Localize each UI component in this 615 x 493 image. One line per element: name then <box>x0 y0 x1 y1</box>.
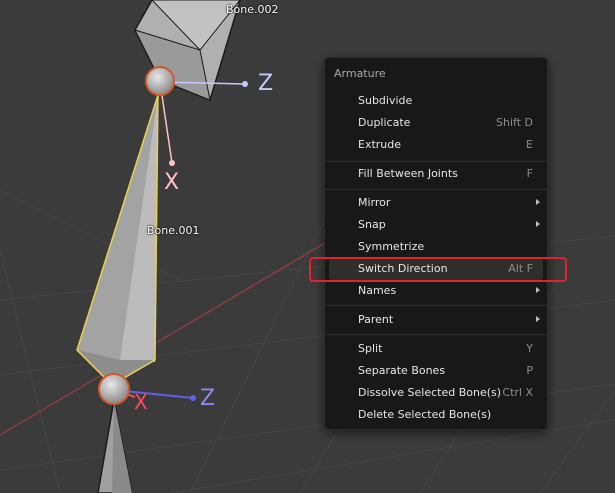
menu-item-shortcut: E <box>526 138 533 151</box>
menu-item-subdivide[interactable]: Subdivide <box>329 90 543 112</box>
menu-item-fill-between-joints[interactable]: Fill Between Joints F <box>329 163 543 185</box>
menu-item-mirror[interactable]: Mirror <box>329 192 543 214</box>
menu-item-label: Names <box>358 284 397 297</box>
menu-item-shortcut: Shift D <box>496 116 533 129</box>
bone-002-label: Bone.002 <box>226 3 279 16</box>
menu-item-names[interactable]: Names <box>329 280 543 302</box>
menu-item-shortcut: F <box>526 167 533 180</box>
menu-title: Armature <box>334 67 386 80</box>
menu-separator <box>325 189 547 190</box>
menu-item-label: Separate Bones <box>358 364 446 377</box>
bone-001-shape[interactable] <box>76 94 159 386</box>
menu-item-delete-selected-bones[interactable]: Delete Selected Bone(s) <box>329 404 543 426</box>
menu-separator <box>325 305 547 306</box>
menu-item-split[interactable]: Split Y <box>329 338 543 360</box>
bottom-z-axis-dot <box>190 395 196 401</box>
menu-item-label: Snap <box>358 218 386 231</box>
bottom-joint[interactable] <box>98 373 130 405</box>
submenu-arrow-icon <box>536 199 540 205</box>
menu-item-label: Duplicate <box>358 116 411 129</box>
x-axis-line <box>0 239 331 436</box>
menu-item-symmetrize[interactable]: Symmetrize <box>329 236 543 258</box>
menu-separator <box>325 161 547 162</box>
menu-item-dissolve-selected-bones[interactable]: Dissolve Selected Bone(s) Ctrl X <box>329 382 543 404</box>
top-z-axis-label: Z <box>258 71 274 96</box>
menu-item-label: Parent <box>358 313 394 326</box>
switch-direction-highlight-annotation <box>309 257 567 282</box>
menu-item-label: Subdivide <box>358 94 413 107</box>
menu-separator <box>325 334 547 335</box>
bone-lower-shape[interactable] <box>97 399 133 493</box>
menu-item-label: Delete Selected Bone(s) <box>358 408 492 421</box>
bottom-z-axis-label: Z <box>200 386 216 411</box>
menu-item-shortcut: Ctrl X <box>502 386 533 399</box>
submenu-arrow-icon <box>536 287 540 293</box>
top-x-axis-dot <box>169 160 175 166</box>
bottom-x-axis-label: X <box>134 390 148 414</box>
submenu-arrow-icon <box>536 316 540 322</box>
top-x-axis-label: X <box>164 170 180 195</box>
submenu-arrow-icon <box>536 221 540 227</box>
menu-item-extrude[interactable]: Extrude E <box>329 134 543 156</box>
menu-item-shortcut: P <box>526 364 533 377</box>
menu-item-separate-bones[interactable]: Separate Bones P <box>329 360 543 382</box>
menu-item-label: Fill Between Joints <box>358 167 458 180</box>
menu-item-shortcut: Y <box>526 342 533 355</box>
menu-item-label: Symmetrize <box>358 240 425 253</box>
armature-context-menu: Armature Subdivide Duplicate Shift D Ext… <box>324 57 548 430</box>
top-joint[interactable] <box>145 66 175 96</box>
bone-001-label: Bone.001 <box>147 224 200 237</box>
menu-item-label: Extrude <box>358 138 402 151</box>
menu-item-label: Mirror <box>358 196 391 209</box>
menu-item-snap[interactable]: Snap <box>329 214 543 236</box>
menu-item-label: Split <box>358 342 383 355</box>
menu-item-duplicate[interactable]: Duplicate Shift D <box>329 112 543 134</box>
menu-item-label: Dissolve Selected Bone(s) <box>358 386 502 399</box>
menu-item-parent[interactable]: Parent <box>329 309 543 331</box>
top-z-axis-dot <box>242 81 248 87</box>
